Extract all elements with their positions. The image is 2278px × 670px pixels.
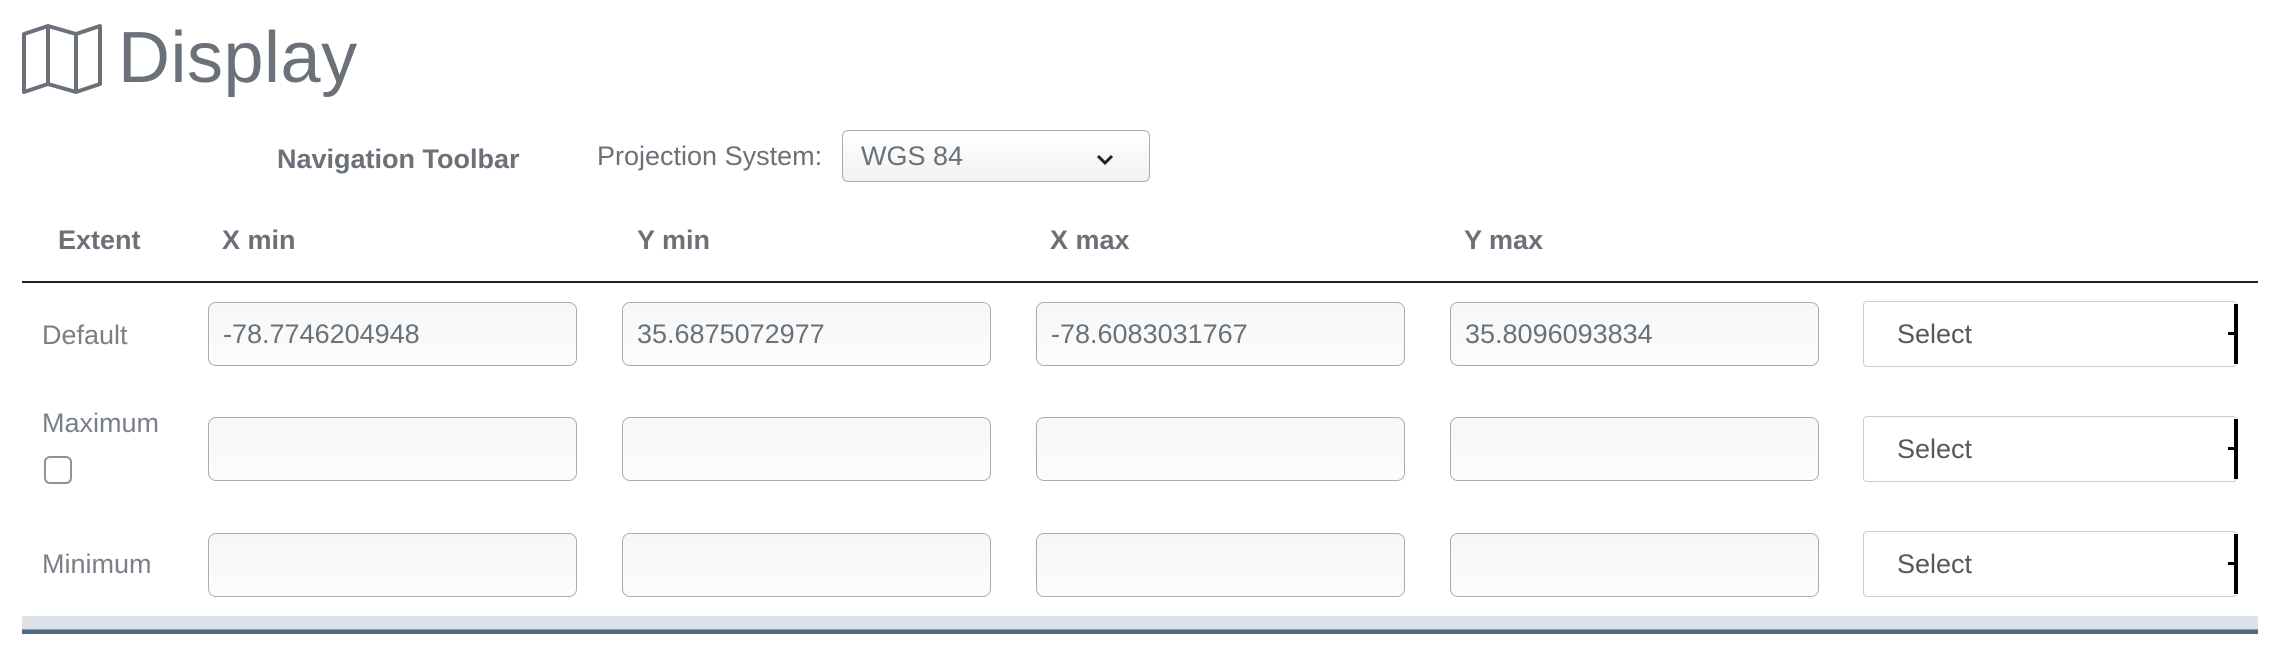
column-header-ymin: Y min [637,225,711,255]
minimum-xmin-input[interactable] [208,533,577,597]
minimum-ymin-input[interactable] [622,533,991,597]
select-edge-tick [2228,447,2236,450]
page-header: Display [20,22,358,94]
select-edge-tick [2228,562,2236,565]
map-icon [20,22,104,94]
table-footer-line [22,630,2258,634]
projection-system-select[interactable]: WGS 84 [842,130,1150,182]
default-xmin-input[interactable]: -78.7746204948 [208,302,577,366]
maximum-checkbox[interactable] [44,456,72,484]
maximum-ymax-input[interactable] [1450,417,1819,481]
minimum-select-value: Select [1897,548,1973,579]
row-label-minimum: Minimum [42,549,152,579]
maximum-xmax-input[interactable] [1036,417,1405,481]
maximum-select[interactable]: Select [1863,416,2238,482]
column-header-ymax: Y max [1464,225,1544,255]
minimum-xmax-input[interactable] [1036,533,1405,597]
row-label-maximum: Maximum [42,408,160,438]
column-header-xmin: X min [222,225,296,255]
navigation-toolbar-label: Navigation Toolbar [277,144,520,174]
projection-system-value: WGS 84 [861,140,964,171]
default-ymax-input[interactable]: 35.8096093834 [1450,302,1819,366]
minimum-ymax-input[interactable] [1450,533,1819,597]
page-title: Display [118,18,358,98]
maximum-xmin-input[interactable] [208,417,577,481]
chevron-down-icon [1095,146,1115,177]
select-edge-tick [2228,332,2236,335]
projection-system-label: Projection System: [597,141,823,171]
column-header-extent: Extent [58,225,141,255]
maximum-select-value: Select [1897,433,1973,464]
row-label-default: Default [42,320,128,350]
column-header-xmax: X max [1050,225,1130,255]
header-divider [22,281,2258,283]
minimum-select[interactable]: Select [1863,531,2238,597]
default-ymin-input[interactable]: 35.6875072977 [622,302,991,366]
maximum-ymin-input[interactable] [622,417,991,481]
default-select-value: Select [1897,318,1973,349]
default-xmax-input[interactable]: -78.6083031767 [1036,302,1405,366]
default-select[interactable]: Select [1863,301,2238,367]
